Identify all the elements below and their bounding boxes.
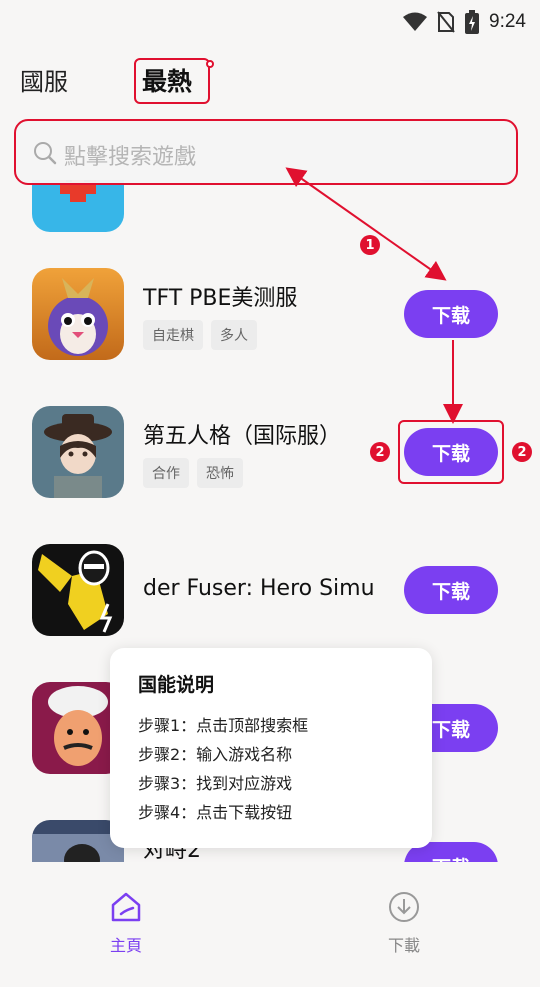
nav-download-label: 下載 xyxy=(387,936,420,955)
download-button[interactable]: 下载 xyxy=(404,290,498,338)
app-name: der Fuser: Hero Simul xyxy=(143,576,373,601)
status-time: 9:24 xyxy=(489,11,526,32)
app-icon[interactable] xyxy=(32,544,124,636)
wifi-icon xyxy=(403,12,428,31)
search-placeholder: 點擊搜索遊戲 xyxy=(64,145,197,170)
nav-home[interactable]: 主頁 xyxy=(86,890,166,956)
no-sim-icon xyxy=(437,11,455,33)
tab-domestic[interactable]: 國服 xyxy=(20,62,68,97)
tag: 多人 xyxy=(211,320,257,350)
app-icon[interactable] xyxy=(32,406,124,498)
download-highlight-box xyxy=(398,420,504,484)
step-badge-2-right: 2 xyxy=(512,442,532,462)
download-button[interactable]: 下载 xyxy=(404,566,498,614)
tag-list: 自走棋 多人 xyxy=(143,320,257,350)
app-icon[interactable] xyxy=(32,268,124,360)
search-icon xyxy=(34,142,57,165)
tab-highlight-box xyxy=(134,58,210,104)
status-bar: 9:24 xyxy=(0,0,540,44)
tag-list: 合作 恐怖 xyxy=(143,458,243,488)
home-icon xyxy=(111,892,141,922)
step-badge-2-left: 2 xyxy=(370,442,390,462)
status-icons: 9:24 xyxy=(403,8,526,36)
instruction-step: 步骤2：输入游戏名称 xyxy=(138,745,293,764)
instruction-step: 步骤3：找到对应游戏 xyxy=(138,774,293,793)
tag: 恐怖 xyxy=(197,458,243,488)
tab-notification-dot xyxy=(206,60,214,68)
nav-download[interactable]: 下載 xyxy=(364,890,444,956)
instruction-title: 国能说明 xyxy=(138,674,215,696)
list-item: 下载 xyxy=(0,180,540,278)
battery-charging-icon xyxy=(465,10,480,34)
nav-home-label: 主頁 xyxy=(109,936,142,955)
step-badge-1: 1 xyxy=(360,235,380,255)
app-icon[interactable] xyxy=(32,180,124,232)
instruction-step: 步骤4：点击下载按钮 xyxy=(138,803,293,822)
list-item: TFT PBE美测服 自走棋 多人 下载 xyxy=(0,268,540,406)
app-name: 第五人格（国际服） xyxy=(143,424,342,449)
tag: 合作 xyxy=(143,458,189,488)
instruction-card: 国能说明 步骤1：点击顶部搜索框 步骤2：输入游戏名称 步骤3：找到对应游戏 步… xyxy=(110,648,432,848)
tag: 自走棋 xyxy=(143,320,203,350)
app-name: TFT PBE美测服 xyxy=(143,286,298,311)
download-icon xyxy=(389,892,419,922)
search-input[interactable]: 點擊搜索遊戲 xyxy=(14,119,518,185)
bottom-nav: 主頁 下載 xyxy=(0,862,540,987)
instruction-step: 步骤1：点击顶部搜索框 xyxy=(138,716,309,735)
